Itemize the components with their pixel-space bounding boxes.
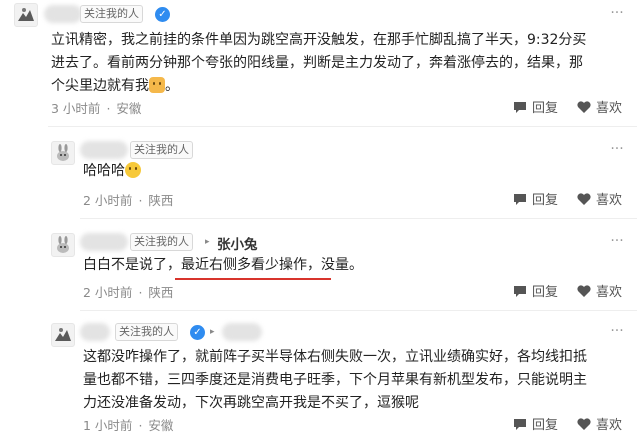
- location: 陕西: [148, 193, 174, 208]
- location: 安徽: [148, 418, 174, 433]
- red-underline: [175, 278, 331, 280]
- like-button[interactable]: 喜欢: [576, 414, 622, 433]
- divider: [80, 310, 637, 311]
- more-options-icon[interactable]: ···: [608, 142, 626, 156]
- follow-tag: 关注我的人: [130, 141, 193, 159]
- timestamp: 2 小时前: [83, 193, 133, 208]
- username[interactable]: [80, 323, 110, 341]
- timestamp: 1 小时前: [83, 418, 133, 433]
- comment-meta: 3 小时前 · 安徽: [51, 101, 142, 116]
- avatar[interactable]: [51, 233, 75, 257]
- avatar[interactable]: [14, 3, 38, 27]
- heart-icon: [577, 192, 591, 205]
- username[interactable]: [44, 5, 82, 23]
- avatar[interactable]: [51, 141, 75, 165]
- heart-icon: [577, 284, 591, 297]
- avatar[interactable]: [51, 323, 75, 347]
- location: 安徽: [116, 101, 142, 116]
- timestamp: 2 小时前: [83, 285, 133, 300]
- verified-icon: ✓: [190, 325, 205, 340]
- reply-icon: [514, 285, 526, 297]
- comment-text: 这都没咋操作了，就前阵子买半导体右侧失败一次，立讯业绩确实好，各均线扣抵 量也都…: [83, 349, 587, 411]
- username[interactable]: [80, 141, 128, 159]
- divider: [48, 126, 637, 127]
- reply-button[interactable]: 回复: [512, 189, 558, 208]
- follow-tag: 关注我的人: [80, 5, 143, 23]
- comment-meta: 2 小时前 · 陕西: [83, 193, 174, 208]
- reply-target-user[interactable]: 张小兔: [217, 233, 258, 253]
- reply-icon: [514, 101, 526, 113]
- more-options-icon[interactable]: ···: [608, 234, 626, 248]
- like-button[interactable]: 喜欢: [576, 189, 622, 208]
- more-options-icon[interactable]: ···: [608, 324, 626, 338]
- like-button[interactable]: 喜欢: [576, 97, 622, 116]
- reply-arrow-icon: ▸: [210, 327, 215, 337]
- follow-tag: 关注我的人: [130, 233, 193, 251]
- like-button[interactable]: 喜欢: [576, 281, 622, 300]
- divider: [80, 218, 637, 219]
- comment-meta: 1 小时前 · 安徽: [83, 418, 174, 433]
- comment-text: 立讯精密，我之前挂的条件单因为跳空高开没触发，在那手忙脚乱搞了半天，9:32分买…: [51, 32, 587, 94]
- highlighted-text: 最近右侧多看少操作: [181, 257, 307, 273]
- reply-button[interactable]: 回复: [512, 97, 558, 116]
- laugh-emoji-icon: [125, 162, 141, 178]
- comment-meta: 2 小时前 · 陕西: [83, 285, 174, 300]
- reply-arrow-icon: ▸: [205, 237, 210, 247]
- reply-icon: [514, 193, 526, 205]
- reply-button[interactable]: 回复: [512, 281, 558, 300]
- timestamp: 3 小时前: [51, 101, 101, 116]
- more-options-icon[interactable]: ···: [608, 6, 626, 20]
- verified-icon: ✓: [155, 7, 170, 22]
- username[interactable]: [80, 233, 128, 251]
- cat-emoji-icon: [149, 77, 165, 93]
- comment-text: 哈哈哈: [83, 160, 141, 183]
- reply-icon: [514, 418, 526, 430]
- reply-target-user[interactable]: [222, 323, 262, 341]
- follow-tag: 关注我的人: [115, 323, 178, 341]
- heart-icon: [577, 100, 591, 113]
- heart-icon: [577, 417, 591, 430]
- location: 陕西: [148, 285, 174, 300]
- reply-button[interactable]: 回复: [512, 414, 558, 433]
- comment-text: 白白不是说了，最近右侧多看少操作，没量。: [83, 257, 363, 273]
